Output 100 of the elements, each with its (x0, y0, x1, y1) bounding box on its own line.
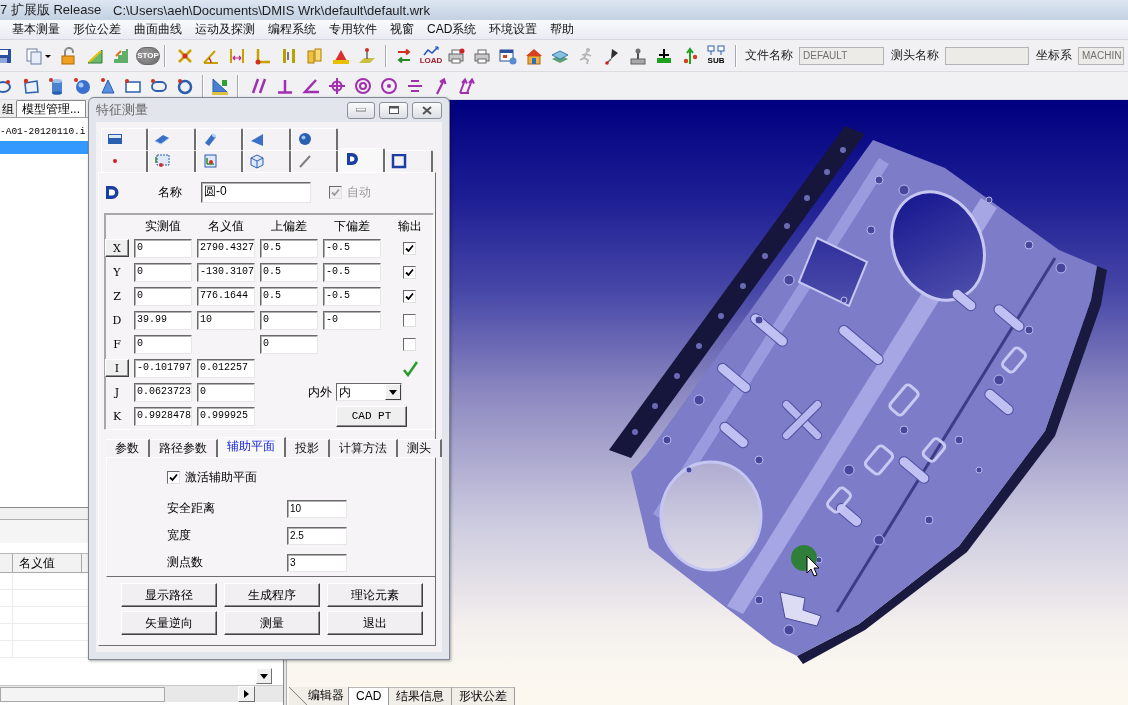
column-header[interactable]: 名义值 (13, 554, 82, 572)
checkbox[interactable] (403, 265, 416, 279)
input-field[interactable]: 0 (260, 310, 318, 330)
inout-dropdown[interactable]: 内 (336, 383, 402, 401)
line-icon[interactable] (296, 154, 313, 169)
menu-item[interactable]: 运动及探测 (195, 21, 255, 38)
feature-tab[interactable] (385, 150, 433, 172)
input-field[interactable]: 0.5 (260, 238, 318, 258)
close-icon[interactable] (422, 105, 432, 115)
input-field[interactable]: 0 (260, 334, 318, 354)
feature-tab[interactable] (101, 150, 149, 172)
input-field[interactable]: -0.5 (323, 286, 381, 306)
action-button[interactable]: 退出 (327, 611, 423, 635)
sub-tab[interactable]: 测头 (398, 439, 442, 457)
sub-button[interactable]: SUB (704, 45, 728, 66)
sub-tab[interactable]: 计算方法 (330, 439, 398, 457)
joystick-icon[interactable] (629, 46, 647, 65)
maximize-icon[interactable] (388, 106, 399, 114)
axis-arrow-icon[interactable] (681, 46, 699, 65)
caret-down-icon[interactable] (389, 389, 397, 395)
action-button[interactable]: 矢量逆向 (121, 611, 217, 635)
input-field[interactable]: 0.0623723 (134, 382, 192, 402)
post-on-base-icon[interactable] (655, 46, 673, 65)
input-field[interactable]: 0 (134, 286, 192, 306)
plane-probe-icon[interactable] (358, 46, 376, 65)
feature-tab[interactable] (195, 150, 244, 172)
minimize-icon[interactable] (356, 108, 366, 112)
input-field[interactable]: -130.3107 (197, 262, 255, 282)
parallelism-icon[interactable] (250, 76, 268, 95)
menu-item[interactable]: 视窗 (390, 21, 414, 38)
window-icon[interactable] (499, 46, 517, 65)
concentricity-icon[interactable] (354, 76, 372, 95)
input-field[interactable]: -0.5 (323, 238, 381, 258)
panel-tab[interactable]: 组 (0, 100, 17, 117)
checkbox[interactable] (403, 313, 416, 327)
linked-boxes-icon[interactable] (707, 45, 725, 56)
feature-tab[interactable] (290, 150, 338, 172)
action-button[interactable]: 测量 (224, 611, 320, 635)
checkbox[interactable] (403, 241, 416, 255)
menu-item[interactable]: 编程系统 (268, 21, 316, 38)
action-button[interactable]: 显示路径 (121, 583, 217, 607)
action-button[interactable]: 生成程序 (224, 583, 320, 607)
input-field[interactable]: -0.5 (323, 262, 381, 282)
parallel-bars-icon[interactable] (280, 46, 298, 65)
swap-arrows-icon[interactable] (395, 46, 413, 65)
dropdown-button[interactable] (256, 668, 272, 684)
input-field[interactable]: 0.012257 (197, 358, 255, 378)
feature-tab[interactable] (337, 148, 386, 172)
feature-tab[interactable] (290, 128, 338, 150)
dropdown-button[interactable] (385, 384, 401, 400)
sphere-icon[interactable] (296, 132, 313, 147)
input-field[interactable]: 39.99 (134, 310, 192, 330)
printer-icon[interactable] (447, 46, 465, 65)
position-icon[interactable] (328, 76, 346, 95)
axis-button[interactable]: X (105, 239, 129, 257)
feature-tab[interactable] (195, 128, 244, 150)
scrollbar-thumb[interactable] (0, 686, 165, 702)
plane-icon[interactable] (22, 76, 40, 95)
feature-tab[interactable] (243, 150, 291, 172)
input-field[interactable]: 圆-0 (201, 182, 311, 203)
feature-tab[interactable] (148, 128, 196, 150)
close-button[interactable] (412, 101, 442, 119)
sub-tab[interactable]: 路径参数 (150, 439, 218, 457)
view-tab[interactable]: CAD (349, 687, 390, 705)
input-field[interactable]: 0 (197, 382, 255, 402)
menu-item[interactable]: 形位公差 (73, 21, 121, 38)
distance-icon[interactable] (228, 46, 246, 65)
ring-icon[interactable] (176, 76, 194, 95)
caret-down-icon[interactable] (260, 673, 268, 679)
checkbox[interactable] (167, 470, 180, 484)
tree-item[interactable]: -A01-20120110.i (0, 125, 88, 138)
input-field[interactable]: 2.5 (287, 526, 347, 545)
input-field[interactable]: 0 (134, 238, 192, 258)
slot-icon[interactable] (150, 76, 168, 95)
input-field[interactable]: 0.999925 (197, 406, 255, 426)
input-field[interactable]: -0.101797 (134, 358, 192, 378)
sub-tab[interactable]: 参数 (106, 439, 150, 457)
view-tab[interactable]: 编辑器 (289, 687, 349, 705)
plane-icon[interactable] (154, 132, 171, 147)
dashed-frame-icon[interactable] (154, 154, 171, 169)
view-tab[interactable]: 形状公差 (452, 687, 516, 705)
scroll-right-button[interactable] (238, 686, 255, 702)
input-field[interactable]: 0 (134, 262, 192, 282)
input-field[interactable]: -0 (323, 310, 381, 330)
input-field[interactable]: 776.1644 (197, 286, 255, 306)
action-button[interactable]: 理论元素 (327, 583, 423, 607)
menu-item[interactable]: 帮助 (550, 21, 575, 38)
menu-item[interactable]: 基本测量 (12, 21, 60, 38)
sub-tab[interactable]: 投影 (286, 439, 330, 457)
input-field[interactable]: 10 (197, 310, 255, 330)
cube-icon[interactable] (249, 154, 266, 169)
input-field[interactable]: 3 (287, 553, 347, 572)
chart-icon[interactable] (422, 45, 440, 56)
input-field[interactable]: 0.5 (260, 286, 318, 306)
padlock-icon[interactable] (60, 46, 78, 65)
stop-button[interactable]: STOP (136, 46, 160, 65)
panel-tab[interactable]: 模型管理... (17, 100, 86, 117)
rectangle-icon[interactable] (107, 132, 123, 147)
rectangle-icon[interactable] (124, 76, 142, 95)
printer-icon[interactable] (473, 46, 491, 65)
